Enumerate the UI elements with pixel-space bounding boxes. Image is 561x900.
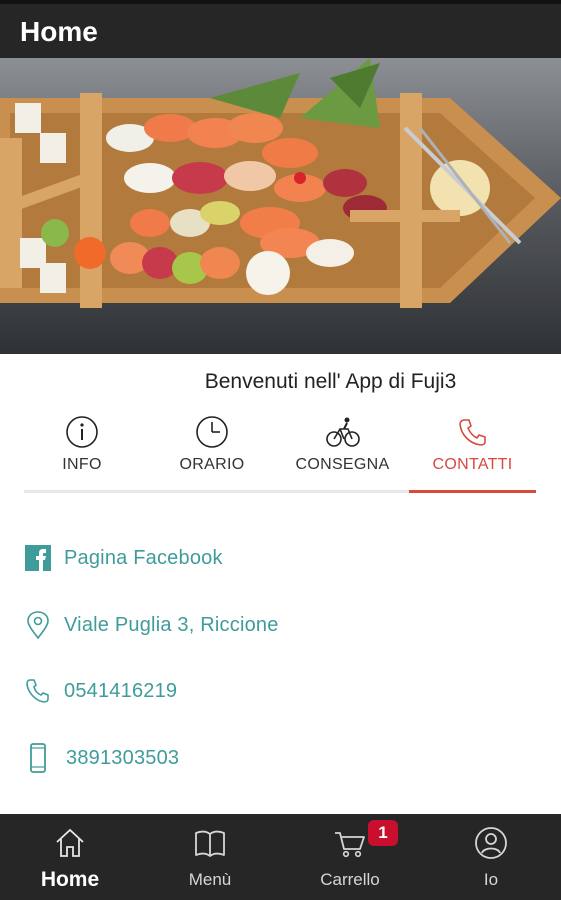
home-icon — [56, 828, 84, 857]
app-bar: Home — [0, 4, 561, 58]
contact-phone-label: 0541416219 — [64, 679, 178, 702]
hero-carousel[interactable] — [0, 58, 561, 354]
cart-count-badge: 1 — [368, 820, 398, 846]
nav-profile[interactable]: Io — [421, 814, 561, 900]
tab-consegna-label: CONSEGNA — [295, 456, 390, 473]
page-title: Home — [20, 16, 98, 47]
tab-info[interactable]: INFO — [24, 410, 140, 494]
bottom-navigation: Home Menù Carrello Io — [0, 814, 561, 900]
phone-icon — [458, 419, 486, 446]
contact-mobile[interactable]: 3891303503 — [24, 738, 179, 778]
email-icon — [24, 809, 52, 813]
user-icon — [475, 827, 507, 859]
nav-menu-label: Menù — [188, 870, 232, 889]
cart-icon — [335, 832, 365, 858]
nav-cart-label: Carrello — [320, 870, 380, 889]
phone-icon — [26, 679, 49, 703]
contacts-list: Pagina Facebook Viale Puglia 3, Riccione… — [0, 520, 561, 813]
nav-home[interactable]: Home — [0, 814, 140, 900]
contact-phone[interactable]: 0541416219 — [24, 671, 177, 711]
nav-profile-label: Io — [483, 870, 499, 889]
tab-orario[interactable]: ORARIO — [152, 410, 272, 494]
location-pin-icon — [27, 611, 49, 640]
contact-next-partial[interactable] — [24, 804, 52, 813]
active-tab-indicator — [409, 490, 536, 493]
welcome-message: Benvenuti nell' App di Fuji3 — [204, 370, 457, 393]
tab-orario-label: ORARIO — [179, 456, 245, 473]
tab-consegna[interactable]: CONSEGNA — [280, 410, 405, 494]
tab-info-label: INFO — [62, 456, 102, 473]
bicycle-icon — [325, 417, 360, 447]
nav-home-label: Home — [40, 868, 100, 891]
contact-mobile-label: 3891303503 — [66, 746, 180, 769]
clock-icon — [196, 416, 228, 448]
info-icon — [66, 416, 98, 448]
nav-cart[interactable]: Carrello — [280, 814, 420, 900]
tab-contatti-label: CONTATTI — [432, 456, 513, 473]
info-tabs: INFO ORARIO CONSEGNA CONTATTI — [24, 410, 536, 494]
sushi-boat-image — [0, 58, 561, 354]
nav-menu[interactable]: Menù — [140, 814, 280, 900]
contact-facebook-label: Pagina Facebook — [64, 546, 223, 569]
contact-address-label: Viale Puglia 3, Riccione — [64, 613, 279, 636]
tab-contatti[interactable]: CONTATTI — [409, 410, 536, 494]
contact-facebook[interactable]: Pagina Facebook — [24, 538, 223, 578]
contact-address[interactable]: Viale Puglia 3, Riccione — [24, 605, 279, 645]
mobile-phone-icon — [30, 743, 46, 773]
book-icon — [195, 830, 225, 857]
facebook-icon — [25, 545, 51, 571]
